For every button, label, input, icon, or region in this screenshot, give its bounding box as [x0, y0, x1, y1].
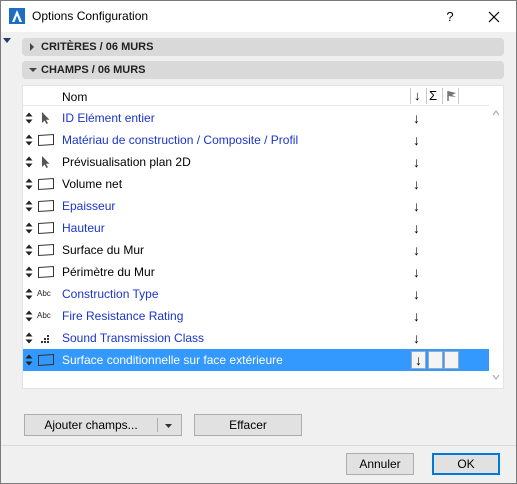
field-name: Volume net: [62, 177, 123, 191]
table-row[interactable]: Epaisseur ↓: [23, 195, 489, 217]
title-bar: Options Configuration ?: [1, 1, 516, 32]
field-name: Surface du Mur: [62, 243, 145, 257]
column-divider[interactable]: [426, 88, 427, 104]
reorder-handle-icon[interactable]: [25, 354, 33, 366]
close-icon: [488, 11, 500, 23]
dots-icon: [37, 331, 55, 345]
parallelogram-icon: [37, 177, 55, 191]
flag-cell[interactable]: [444, 351, 459, 369]
chevron-down-icon: [29, 68, 37, 72]
reorder-handle-icon[interactable]: [25, 332, 33, 344]
table-row[interactable]: Matériau de construction / Composite / P…: [23, 129, 489, 151]
table-header: Nom ↓ Σ: [23, 86, 489, 106]
archicad-logo-icon: [9, 8, 25, 24]
sum-column-header[interactable]: Σ: [429, 88, 437, 104]
table-row[interactable]: Prévisualisation plan 2D ↓: [23, 151, 489, 173]
section-champs-header[interactable]: CHAMPS / 06 MURS: [22, 61, 504, 79]
options-dialog: Options Configuration ? CRITÈRES / 06 MU…: [0, 0, 517, 484]
parallelogram-icon: [37, 133, 55, 147]
parallelogram-icon: [37, 353, 55, 367]
reorder-handle-icon[interactable]: [25, 134, 33, 146]
parallelogram-icon: [37, 199, 55, 213]
parallelogram-icon: [37, 265, 55, 279]
clear-button[interactable]: Effacer: [194, 414, 302, 436]
field-name: Fire Resistance Rating: [62, 309, 184, 323]
ok-button[interactable]: OK: [432, 453, 500, 475]
reorder-handle-icon[interactable]: [25, 244, 33, 256]
split-divider: [157, 418, 158, 432]
field-name: Hauteur: [62, 221, 105, 235]
section-criteres-label: CRITÈRES / 06 MURS: [41, 41, 154, 53]
column-divider[interactable]: [458, 88, 459, 104]
sum-cell[interactable]: [428, 351, 443, 369]
parallelogram-icon: [37, 243, 55, 257]
arrow-down-icon[interactable]: ↓: [413, 264, 420, 280]
arrow-down-icon[interactable]: ↓: [413, 132, 420, 148]
reorder-handle-icon[interactable]: [25, 200, 33, 212]
text-field-icon: Abc: [37, 311, 51, 320]
section-criteres-header[interactable]: CRITÈRES / 06 MURS: [22, 38, 504, 56]
reorder-handle-icon[interactable]: [25, 310, 33, 322]
arrow-down-icon[interactable]: ↓: [413, 242, 420, 258]
add-fields-button[interactable]: Ajouter champs...: [25, 415, 157, 435]
column-divider[interactable]: [410, 88, 411, 104]
field-name: Matériau de construction / Composite / P…: [62, 133, 299, 147]
flag-icon[interactable]: [446, 90, 458, 102]
arrow-down-icon[interactable]: ↓: [413, 176, 420, 192]
arrow-down-icon[interactable]: ↓: [413, 220, 420, 236]
reorder-handle-icon[interactable]: [25, 112, 33, 124]
parallelogram-icon: [37, 221, 55, 235]
field-name: Sound Transmission Class: [62, 331, 205, 345]
table-row[interactable]: Abc Fire Resistance Rating ↓: [23, 305, 489, 327]
field-name: Epaisseur: [62, 199, 116, 213]
text-field-icon: Abc: [37, 289, 51, 298]
chevron-right-icon: [30, 43, 34, 51]
cancel-button[interactable]: Annuler: [346, 453, 414, 475]
arrow-down-icon[interactable]: ↓: [414, 88, 421, 104]
arrow-down-icon[interactable]: ↓: [413, 308, 420, 324]
table-row[interactable]: Sound Transmission Class ↓: [23, 327, 489, 349]
sort-cell[interactable]: ↓: [411, 351, 426, 369]
reorder-handle-icon[interactable]: [25, 156, 33, 168]
chevron-down-icon[interactable]: [164, 423, 173, 429]
scroll-down-icon[interactable]: [492, 374, 500, 380]
panel-collapse-icon[interactable]: [3, 38, 11, 43]
table-row[interactable]: Périmètre du Mur ↓: [23, 261, 489, 283]
field-name: Périmètre du Mur: [62, 265, 155, 279]
window-title: Options Configuration: [32, 9, 149, 23]
table-row[interactable]: Abc Construction Type ↓: [23, 283, 489, 305]
reorder-handle-icon[interactable]: [25, 266, 33, 278]
table-row[interactable]: ID Elément entier ↓: [23, 107, 489, 129]
reorder-handle-icon[interactable]: [25, 222, 33, 234]
field-name: Prévisualisation plan 2D: [62, 155, 191, 169]
arrow-down-icon[interactable]: ↓: [413, 198, 420, 214]
arrow-down-icon[interactable]: ↓: [413, 330, 420, 346]
table-row[interactable]: Hauteur ↓: [23, 217, 489, 239]
field-name: Construction Type: [62, 287, 159, 301]
cursor-icon: [37, 111, 55, 125]
table-scrollbar[interactable]: [489, 86, 503, 388]
footer-divider: [1, 445, 516, 446]
reorder-handle-icon[interactable]: [25, 288, 33, 300]
field-name: ID Elément entier: [62, 111, 155, 125]
table-row[interactable]: Surface conditionnelle sur face extérieu…: [23, 349, 489, 371]
reorder-handle-icon[interactable]: [25, 178, 33, 190]
arrow-down-icon[interactable]: ↓: [413, 110, 420, 126]
table-row[interactable]: Surface du Mur ↓: [23, 239, 489, 261]
scroll-up-icon[interactable]: [492, 110, 500, 116]
arrow-down-icon[interactable]: ↓: [413, 154, 420, 170]
close-button[interactable]: [479, 6, 509, 28]
section-champs-label: CHAMPS / 06 MURS: [41, 64, 146, 76]
add-fields-split-button[interactable]: Ajouter champs...: [24, 414, 182, 436]
arrow-down-icon[interactable]: ↓: [413, 286, 420, 302]
table-row[interactable]: Volume net ↓: [23, 173, 489, 195]
field-name: Surface conditionnelle sur face extérieu…: [62, 353, 283, 367]
cursor-icon: [37, 155, 55, 169]
help-button[interactable]: ?: [439, 7, 461, 27]
fields-table: Nom ↓ Σ ID Elément entier ↓ Matériau de co…: [22, 85, 504, 389]
column-name-header[interactable]: Nom: [62, 90, 87, 104]
column-divider[interactable]: [442, 88, 443, 104]
